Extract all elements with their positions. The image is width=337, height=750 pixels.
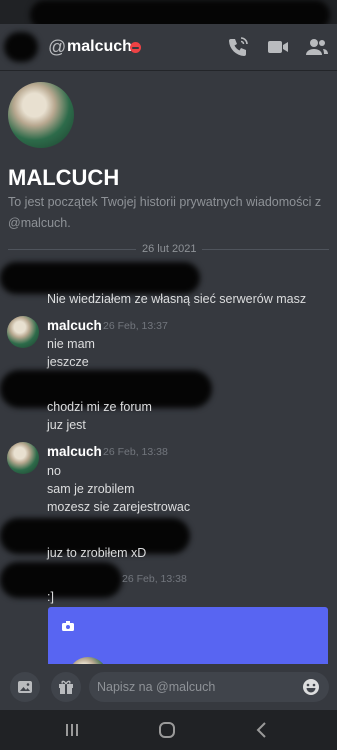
emoji-icon[interactable]: [302, 678, 320, 701]
android-nav-bar: [0, 710, 337, 750]
message-timestamp: 26 Feb, 13:37: [103, 320, 168, 332]
chat-header: @ malcuch: [0, 24, 337, 70]
profile-avatar[interactable]: [8, 82, 74, 148]
home-icon[interactable]: [158, 721, 176, 744]
members-icon[interactable]: [305, 35, 329, 59]
gift-button[interactable]: [51, 672, 81, 702]
dnd-status-icon: [130, 42, 141, 53]
recent-apps-icon[interactable]: [64, 722, 80, 743]
avatar[interactable]: [7, 442, 39, 474]
message-input[interactable]: Napisz na @malcuch: [89, 672, 329, 702]
gift-icon: [58, 679, 74, 700]
avatar[interactable]: [7, 316, 39, 348]
message-text: Nie wiedziałem ze własną sieć serwerów m…: [47, 292, 307, 306]
message-author[interactable]: malcuch: [47, 318, 102, 333]
message-text: nie mam: [47, 337, 95, 351]
message-text: mozesz sie zarejestrowac: [47, 500, 191, 514]
message-text: :]: [47, 590, 54, 604]
message-text: sam je zrobilem: [47, 482, 135, 496]
profile-display-name: MALCUCH: [8, 165, 120, 190]
message-text: jeszcze: [47, 355, 89, 369]
dm-intro-text: To jest początek Twojej historii prywatn…: [8, 195, 322, 230]
date-divider-label: 26 lut 2021: [136, 243, 203, 255]
message-timestamp: 26 Feb, 13:38: [103, 446, 168, 458]
message-input-placeholder: Napisz na @malcuch: [97, 680, 216, 694]
redacted-back: [4, 32, 38, 62]
message-author[interactable]: malcuch: [47, 444, 102, 459]
image-embed[interactable]: [48, 607, 328, 671]
back-icon[interactable]: [254, 721, 270, 744]
call-icon[interactable]: [226, 35, 250, 59]
message-text: juz to zrobiłem xD: [47, 546, 147, 560]
message-composer: Napisz na @malcuch: [0, 664, 337, 710]
at-icon: @: [48, 37, 67, 57]
redacted-author-1: [0, 262, 200, 294]
message-text: juz jest: [47, 418, 86, 432]
redacted-author-4: [0, 562, 122, 598]
camera-icon: [62, 618, 74, 636]
message-text: no: [47, 464, 61, 478]
attach-image-button[interactable]: [10, 672, 40, 702]
message-text: chodzi mi ze forum: [47, 400, 152, 414]
image-icon: [17, 679, 33, 700]
video-icon[interactable]: [266, 35, 290, 59]
channel-username[interactable]: malcuch: [67, 38, 132, 56]
message-timestamp: 26 Feb, 13:38: [122, 573, 187, 585]
